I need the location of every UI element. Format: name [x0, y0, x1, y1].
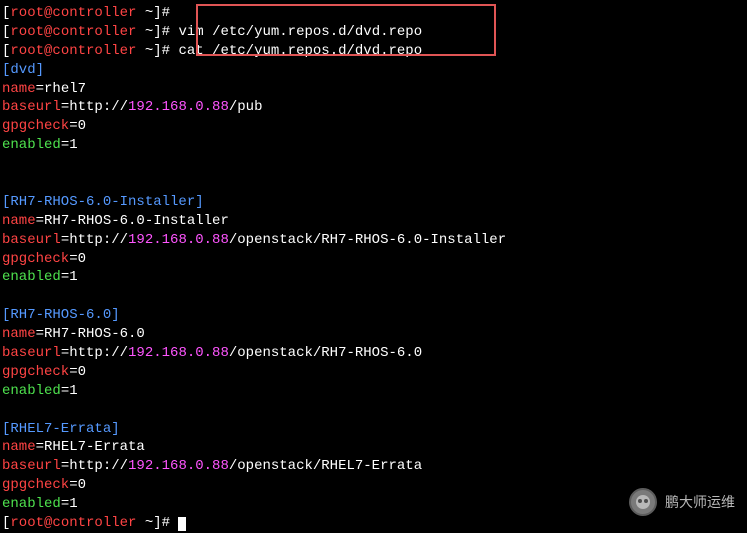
- command-text: cat /etc/yum.repos.d/dvd.repo: [178, 43, 422, 59]
- repo-baseurl: baseurl=http://192.168.0.88/openstack/RH…: [2, 457, 745, 476]
- repo-name: name=rhel7: [2, 80, 745, 99]
- blank-line: [2, 155, 745, 174]
- repo-name: name=RH7-RHOS-6.0: [2, 325, 745, 344]
- command-text: vim /etc/yum.repos.d/dvd.repo: [178, 24, 422, 40]
- repo-baseurl: baseurl=http://192.168.0.88/openstack/RH…: [2, 344, 745, 363]
- watermark-text: 鹏大师运维: [665, 493, 735, 512]
- repo-enabled: enabled=1: [2, 136, 745, 155]
- terminal-line[interactable]: [root@controller ~]#: [2, 514, 745, 533]
- repo-section: [RH7-RHOS-6.0]: [2, 306, 745, 325]
- repo-gpgcheck: gpgcheck=0: [2, 117, 745, 136]
- repo-baseurl: baseurl=http://192.168.0.88/pub: [2, 98, 745, 117]
- blank-line: [2, 401, 745, 420]
- terminal-line[interactable]: [root@controller ~]# vim /etc/yum.repos.…: [2, 23, 745, 42]
- repo-section: [RH7-RHOS-6.0-Installer]: [2, 193, 745, 212]
- repo-gpgcheck: gpgcheck=0: [2, 363, 745, 382]
- watermark: 鹏大师运维: [629, 488, 735, 516]
- repo-section: [RHEL7-Errata]: [2, 420, 745, 439]
- repo-enabled: enabled=1: [2, 268, 745, 287]
- wechat-icon: [629, 488, 657, 516]
- blank-line: [2, 174, 745, 193]
- repo-gpgcheck: gpgcheck=0: [2, 250, 745, 269]
- terminal-line[interactable]: [root@controller ~]#: [2, 4, 745, 23]
- repo-baseurl: baseurl=http://192.168.0.88/openstack/RH…: [2, 231, 745, 250]
- repo-name: name=RHEL7-Errata: [2, 438, 745, 457]
- repo-section: [dvd]: [2, 61, 745, 80]
- terminal-line[interactable]: [root@controller ~]# cat /etc/yum.repos.…: [2, 42, 745, 61]
- cursor: [178, 517, 186, 531]
- repo-enabled: enabled=1: [2, 382, 745, 401]
- repo-name: name=RH7-RHOS-6.0-Installer: [2, 212, 745, 231]
- blank-line: [2, 287, 745, 306]
